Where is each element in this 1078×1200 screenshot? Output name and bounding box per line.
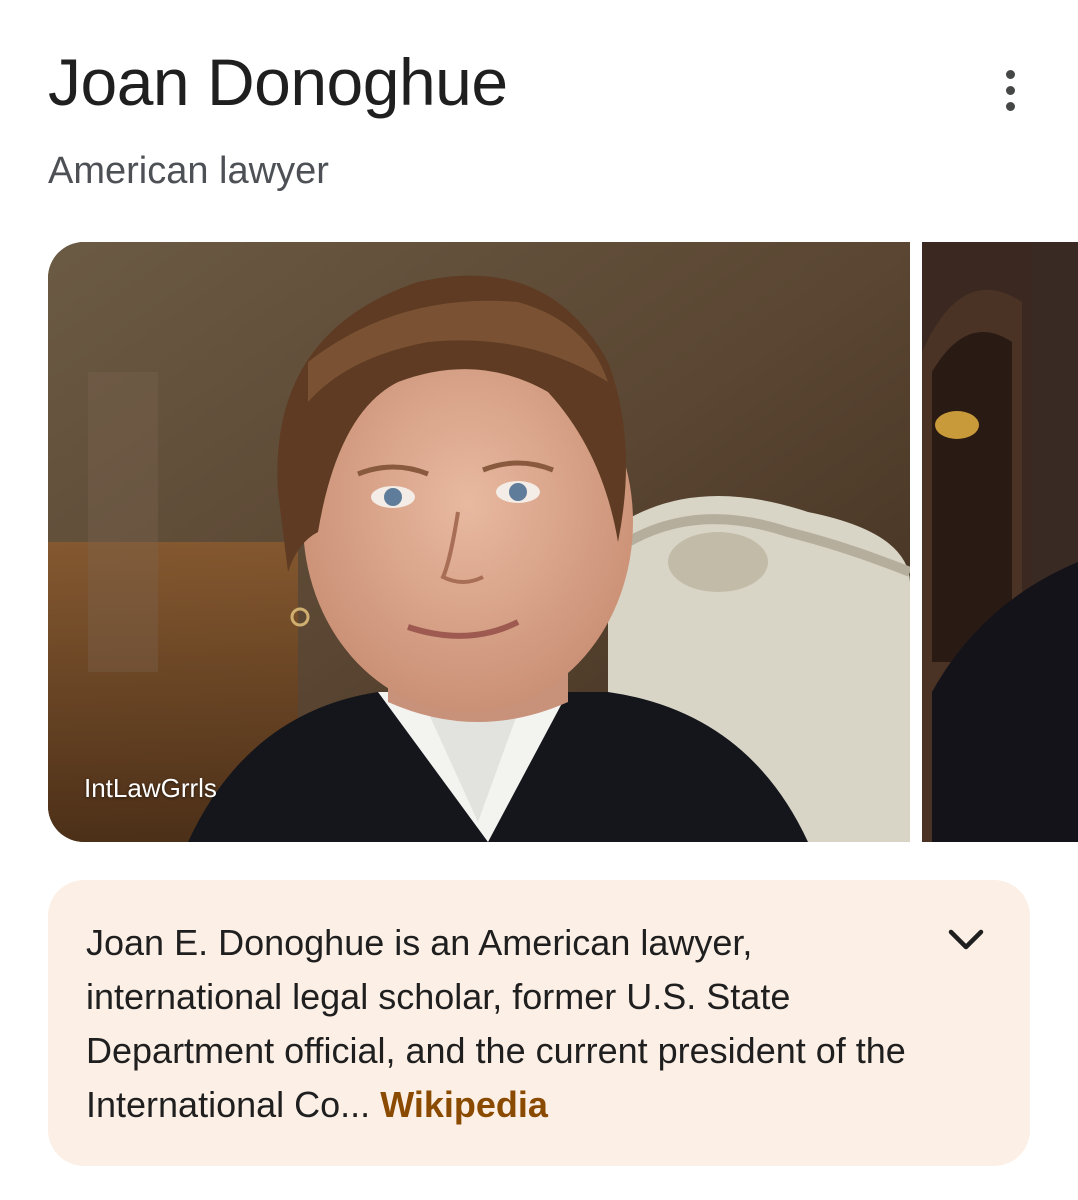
more-options-button[interactable] <box>986 64 1034 116</box>
entity-image-secondary[interactable] <box>922 242 1078 842</box>
chevron-down-icon[interactable] <box>942 920 990 960</box>
image-source-label: IntLawGrrls <box>84 773 217 803</box>
portrait-photo-secondary <box>922 242 1078 842</box>
knowledge-panel: Joan Donoghue American lawyer IntLawGrrl… <box>0 0 1078 1200</box>
description-text: Joan E. Donoghue is an American lawyer, … <box>86 916 906 1132</box>
portrait-photo <box>48 242 910 842</box>
entity-image-main[interactable]: IntLawGrrls <box>48 242 910 842</box>
more-vert-icon <box>1005 69 1015 79</box>
more-vert-icon-dot <box>1005 85 1015 95</box>
entity-title: Joan Donoghue <box>48 45 508 119</box>
description-card[interactable]: Joan E. Donoghue is an American lawyer, … <box>48 880 1030 1166</box>
entity-subtitle: American lawyer <box>48 150 329 192</box>
more-vert-icon-dot <box>1005 101 1015 111</box>
wikipedia-link[interactable]: Wikipedia <box>380 1084 548 1125</box>
